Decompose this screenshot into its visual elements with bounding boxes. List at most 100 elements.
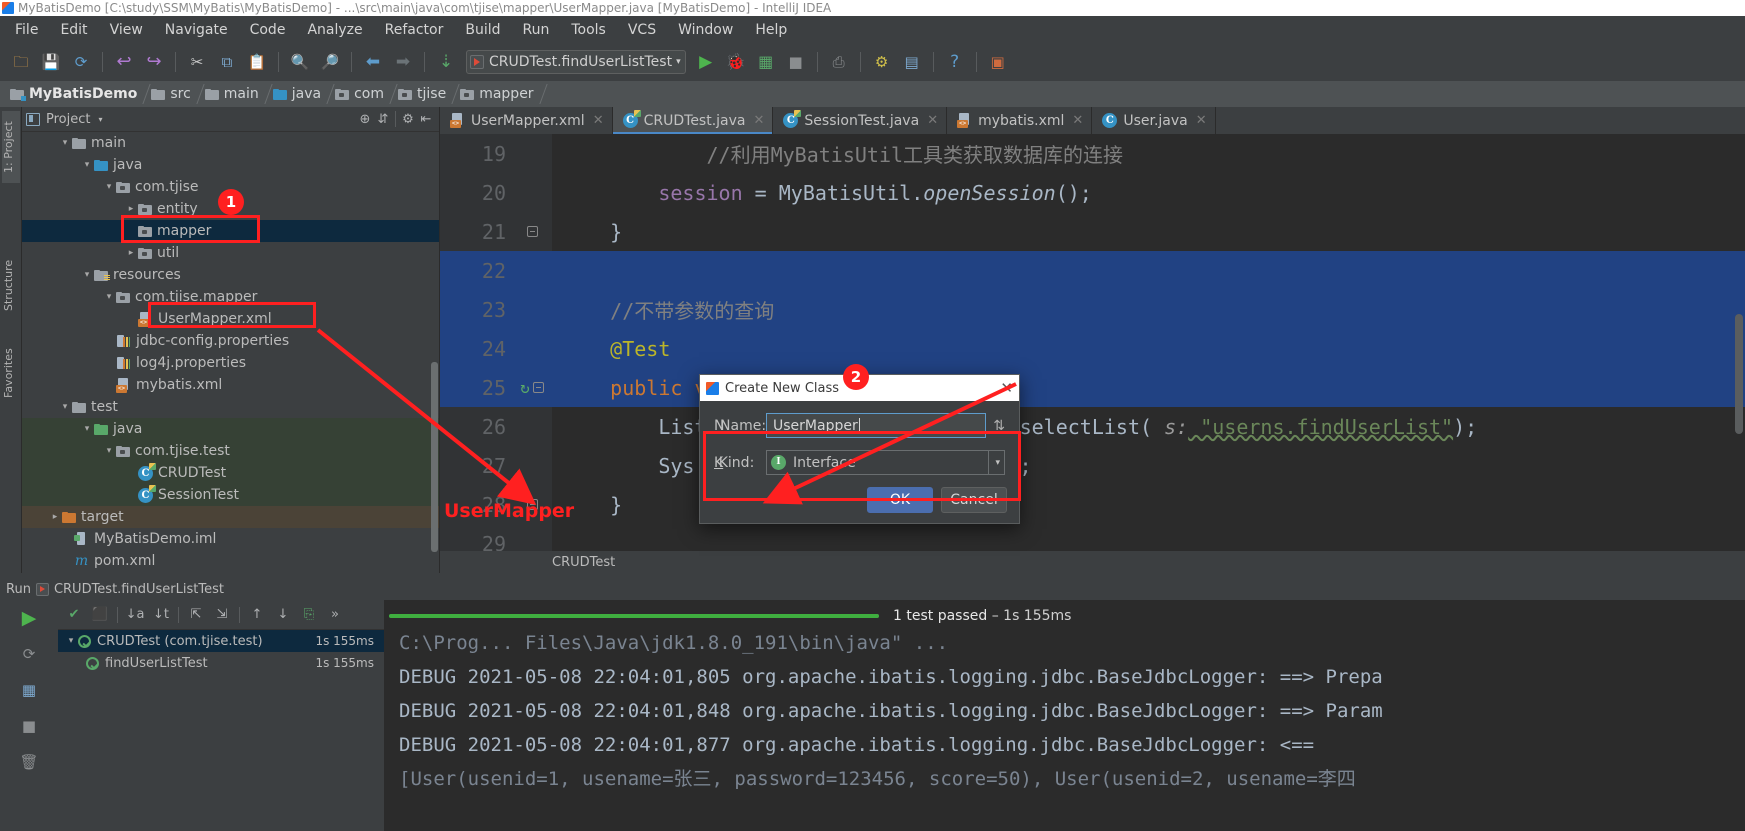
close-icon[interactable]: ✕ bbox=[1000, 379, 1013, 397]
more-options-icon[interactable]: » bbox=[323, 603, 347, 627]
stop-icon[interactable]: ■ bbox=[17, 714, 41, 738]
close-icon[interactable]: ✕ bbox=[593, 113, 604, 128]
sync-icon[interactable]: ⟳ bbox=[68, 49, 94, 75]
run-panel-tab-label[interactable]: Run bbox=[6, 582, 31, 597]
tab-user-java[interactable]: C User.java ✕ bbox=[1092, 107, 1216, 134]
menu-edit[interactable]: Edit bbox=[49, 19, 98, 41]
tree-row-mybatisdemo-iml[interactable]: MyBatisDemo.iml bbox=[22, 528, 439, 550]
menu-code[interactable]: Code bbox=[239, 19, 297, 41]
menu-build[interactable]: Build bbox=[454, 19, 511, 41]
code-line[interactable]: 24 @Test bbox=[440, 329, 1745, 368]
cancel-button[interactable]: Cancel bbox=[941, 487, 1007, 513]
debug-icon[interactable]: 🐞 bbox=[723, 49, 749, 75]
code-line[interactable]: 20 session = MyBatisUtil.openSession(); bbox=[440, 173, 1745, 212]
tree-row-mybatis-xml[interactable]: mybatis.xml bbox=[22, 374, 439, 396]
help-icon[interactable]: ? bbox=[942, 49, 968, 75]
tree-row-java-test[interactable]: ▾ java bbox=[22, 418, 439, 440]
tree-row-util[interactable]: ▸ util bbox=[22, 242, 439, 264]
test-results-tree[interactable]: ✔ ⬛ ↓a ↓t ⇱ ⇲ ↑ ↓ ⎘ » ▾ CRUDTest (com.tj… bbox=[58, 600, 385, 831]
commit-icon[interactable]: ▤ bbox=[899, 49, 925, 75]
expand-arrow-icon[interactable]: ▾ bbox=[102, 180, 116, 194]
expand-arrow-icon[interactable]: ▾ bbox=[80, 422, 94, 436]
run-test-gutter-icon[interactable]: ↻ bbox=[520, 378, 530, 397]
run-icon[interactable]: ▶ bbox=[693, 49, 719, 75]
expand-arrow-icon[interactable]: ▸ bbox=[48, 510, 62, 524]
code-line[interactable]: 23 //不带参数的查询 bbox=[440, 290, 1745, 329]
undo-icon[interactable]: ↩ bbox=[111, 49, 137, 75]
tree-row-com-tjise-mapper[interactable]: ▾ com.tjise.mapper bbox=[22, 286, 439, 308]
menu-window[interactable]: Window bbox=[667, 19, 744, 41]
rerun-failed-icon[interactable]: ⟳ bbox=[17, 642, 41, 666]
settings-gear-icon[interactable]: ⚙ bbox=[399, 110, 417, 128]
test-tree-row-finduserlisttest[interactable]: findUserListTest 1s 155ms bbox=[58, 652, 384, 674]
project-tree-scrollbar[interactable] bbox=[431, 362, 438, 552]
ok-button[interactable]: OK bbox=[867, 487, 933, 513]
collapse-all-icon[interactable]: ⇵ bbox=[374, 110, 392, 128]
rerun-icon[interactable]: ▶ bbox=[17, 606, 41, 630]
redo-icon[interactable]: ↪ bbox=[141, 49, 167, 75]
paste-icon[interactable]: 📋 bbox=[244, 49, 270, 75]
sort-by-duration-icon[interactable]: ↓t bbox=[149, 603, 173, 627]
expand-arrow-icon[interactable]: ▾ bbox=[102, 290, 116, 304]
run-configuration-selector[interactable]: CRUDTest.findUserListTest ▾ bbox=[466, 50, 686, 74]
create-new-class-dialog[interactable]: Create New Class ✕ NName: UserMapper ⇅ K… bbox=[699, 374, 1020, 524]
update-project-icon[interactable]: ⚙ bbox=[869, 49, 895, 75]
rail-tab-structure[interactable]: Structure bbox=[2, 247, 20, 323]
menu-analyze[interactable]: Analyze bbox=[296, 19, 373, 41]
breadcrumb-item-tjise[interactable]: tjise bbox=[394, 81, 456, 107]
breadcrumb-item-java[interactable]: java bbox=[269, 81, 331, 107]
compile-icon[interactable]: ⇣ bbox=[433, 49, 459, 75]
expand-arrow-icon[interactable] bbox=[124, 224, 138, 238]
gutter-icons[interactable] bbox=[512, 226, 552, 237]
menu-run[interactable]: Run bbox=[512, 19, 561, 41]
code-line[interactable]: 21 } bbox=[440, 212, 1745, 251]
menu-navigate[interactable]: Navigate bbox=[154, 19, 239, 41]
stop-icon[interactable]: ■ bbox=[783, 49, 809, 75]
menu-refactor[interactable]: Refactor bbox=[374, 19, 455, 41]
code-line[interactable]: 27 Sys ); bbox=[440, 446, 1745, 485]
tree-row-crudtest[interactable]: C CRUDTest bbox=[22, 462, 439, 484]
editor-scrollbar[interactable] bbox=[1735, 314, 1743, 434]
swap-icon[interactable]: ⇅ bbox=[993, 418, 1005, 434]
breadcrumb-item-main[interactable]: main bbox=[201, 81, 269, 107]
close-icon[interactable]: ✕ bbox=[1072, 113, 1083, 128]
breadcrumb-item-com[interactable]: com bbox=[331, 81, 394, 107]
code-line[interactable]: 22 bbox=[440, 251, 1745, 290]
export-results-icon[interactable]: ⎘ bbox=[297, 603, 321, 627]
test-tree-row-crudtest[interactable]: ▾ CRUDTest (com.tjise.test) 1s 155ms bbox=[58, 630, 384, 652]
breadcrumb-item-mybatisdemo[interactable]: MyBatisDemo bbox=[6, 81, 147, 107]
menu-tools[interactable]: Tools bbox=[560, 19, 617, 41]
sort-alphabetically-icon[interactable]: ↓a bbox=[123, 603, 147, 627]
tab-mybatis-xml[interactable]: mybatis.xml ✕ bbox=[947, 107, 1093, 134]
tree-row-pom-xml[interactable]: m pom.xml bbox=[22, 550, 439, 572]
expand-arrow-icon[interactable]: ▾ bbox=[58, 136, 72, 150]
menu-help[interactable]: Help bbox=[744, 19, 798, 41]
tab-crudtest-java[interactable]: C CRUDTest.java ✕ bbox=[612, 107, 774, 134]
tree-row-mapper[interactable]: mapper bbox=[22, 220, 439, 242]
copy-icon[interactable]: ⧉ bbox=[214, 49, 240, 75]
expand-all-icon[interactable]: ⇱ bbox=[184, 603, 208, 627]
tree-row-external-libraries[interactable]: ▸ External Libraries bbox=[22, 572, 439, 573]
show-ignored-icon[interactable]: ⬛ bbox=[88, 603, 112, 627]
tree-row-test[interactable]: ▾ test bbox=[22, 396, 439, 418]
breadcrumb-item-src[interactable]: src bbox=[147, 81, 200, 107]
expand-arrow-icon[interactable]: ▾ bbox=[102, 444, 116, 458]
tree-row-main[interactable]: ▾ main bbox=[22, 132, 439, 154]
tree-row-target[interactable]: ▸ target bbox=[22, 506, 439, 528]
show-passed-icon[interactable]: ✔ bbox=[62, 603, 86, 627]
tab-usermapper-xml[interactable]: UserMapper.xml ✕ bbox=[440, 107, 613, 134]
close-icon[interactable]: ✕ bbox=[927, 113, 938, 128]
save-all-icon[interactable]: 💾 bbox=[38, 49, 64, 75]
trash-icon[interactable]: 🗑 bbox=[17, 750, 41, 774]
code-line[interactable]: 28 } bbox=[440, 485, 1745, 524]
tree-row-usermapper-xml[interactable]: UserMapper.xml bbox=[22, 308, 439, 330]
console-output[interactable]: 1 test passed – 1s 155ms C:\Prog... File… bbox=[385, 600, 1745, 831]
find-icon[interactable]: 🔍 bbox=[287, 49, 313, 75]
close-icon[interactable]: ✕ bbox=[754, 113, 765, 128]
gutter-icons[interactable]: ↻ bbox=[512, 378, 552, 397]
code-fold-icon[interactable] bbox=[526, 226, 538, 237]
tree-row-jdbc-config-properties[interactable]: jdbc-config.properties bbox=[22, 330, 439, 352]
expand-arrow-icon[interactable]: ▾ bbox=[80, 158, 94, 172]
tree-row-resources[interactable]: ▾ resources bbox=[22, 264, 439, 286]
menu-view[interactable]: View bbox=[99, 19, 154, 41]
